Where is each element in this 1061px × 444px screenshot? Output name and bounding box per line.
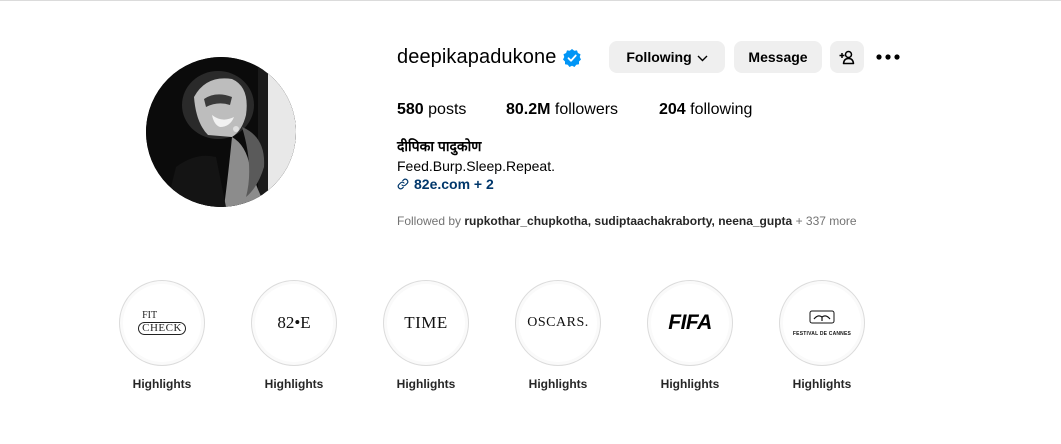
highlight-label: Highlights <box>528 377 588 391</box>
followed-by[interactable]: Followed by rupkothar_chupkotha, sudipta… <box>397 214 857 228</box>
highlight-item[interactable]: 82•E Highlights <box>251 280 337 391</box>
oscars-logo: OSCARS. <box>519 284 597 362</box>
more-options-icon[interactable] <box>876 47 900 67</box>
followers-label: followers <box>554 101 619 118</box>
chevron-down-icon <box>697 49 708 65</box>
highlight-label: Highlights <box>264 377 324 391</box>
following-link[interactable]: 204 following <box>659 101 752 119</box>
followers-link[interactable]: 80.2M followers <box>506 101 618 119</box>
fifa-logo-text: FIFA <box>668 311 712 334</box>
highlight-ring[interactable]: FIFA <box>647 280 733 366</box>
highlight-ring[interactable]: TIME <box>383 280 469 366</box>
bio-text: Feed.Burp.Sleep.Repeat. <box>397 158 555 174</box>
link-icon <box>397 178 409 190</box>
followed-by-more: + 337 more <box>795 214 857 228</box>
followed-by-names: rupkothar_chupkotha, sudiptaachakraborty… <box>464 214 793 228</box>
posts-number: 580 <box>397 101 424 118</box>
message-button-label: Message <box>748 49 808 65</box>
highlight-ring[interactable]: FESTIVAL DE CANNES <box>779 280 865 366</box>
time-logo: TIME <box>387 284 465 362</box>
followed-by-prefix: Followed by <box>397 214 462 228</box>
following-number: 204 <box>659 101 686 118</box>
highlight-label: Highlights <box>132 377 192 391</box>
full-name: दीपिका पादुकोण <box>397 138 482 154</box>
highlight-ring[interactable]: 82•E <box>251 280 337 366</box>
time-logo-text: TIME <box>404 313 448 332</box>
highlight-label: Highlights <box>396 377 456 391</box>
message-button[interactable]: Message <box>734 41 822 73</box>
posts-count: 580 posts <box>397 101 466 119</box>
highlight-label: Highlights <box>792 377 852 391</box>
top-divider <box>0 0 1061 1</box>
add-person-icon <box>839 50 855 65</box>
fit-check-logo-line2: CHECK <box>138 322 186 335</box>
cannes-logo: FESTIVAL DE CANNES <box>783 284 861 362</box>
bio-link[interactable]: 82e.com + 2 <box>397 176 494 192</box>
verified-badge-icon <box>563 49 581 67</box>
suggested-users-button[interactable] <box>830 41 864 73</box>
bio-link-text: 82e.com + 2 <box>414 176 494 192</box>
highlight-item[interactable]: FESTIVAL DE CANNES Highlights <box>779 280 865 391</box>
fifa-logo: FIFA <box>651 284 729 362</box>
highlight-label: Highlights <box>660 377 720 391</box>
82e-logo: 82•E <box>255 284 333 362</box>
username: deepikapadukone <box>397 46 557 68</box>
cannes-logo-text: FESTIVAL DE CANNES <box>792 330 852 337</box>
oscars-logo-text: OSCARS. <box>527 315 589 330</box>
palm-icon <box>809 310 835 323</box>
highlight-item[interactable]: TIME Highlights <box>383 280 469 391</box>
highlight-item[interactable]: FIT CHECK Highlights <box>119 280 205 391</box>
highlight-ring[interactable]: FIT CHECK <box>119 280 205 366</box>
fit-check-logo: FIT CHECK <box>123 284 201 362</box>
highlight-item[interactable]: OSCARS. Highlights <box>515 280 601 391</box>
profile-avatar[interactable] <box>146 57 296 207</box>
82e-logo-text: 82•E <box>277 313 311 332</box>
following-button[interactable]: Following <box>609 41 725 73</box>
posts-label: posts <box>428 101 467 118</box>
highlight-item[interactable]: FIFA Highlights <box>647 280 733 391</box>
highlight-ring[interactable]: OSCARS. <box>515 280 601 366</box>
following-label: following <box>690 101 753 118</box>
fit-check-logo-line1: FIT <box>142 310 158 321</box>
followers-number: 80.2M <box>506 101 551 118</box>
following-button-label: Following <box>626 49 692 65</box>
avatar-photo <box>146 57 296 207</box>
